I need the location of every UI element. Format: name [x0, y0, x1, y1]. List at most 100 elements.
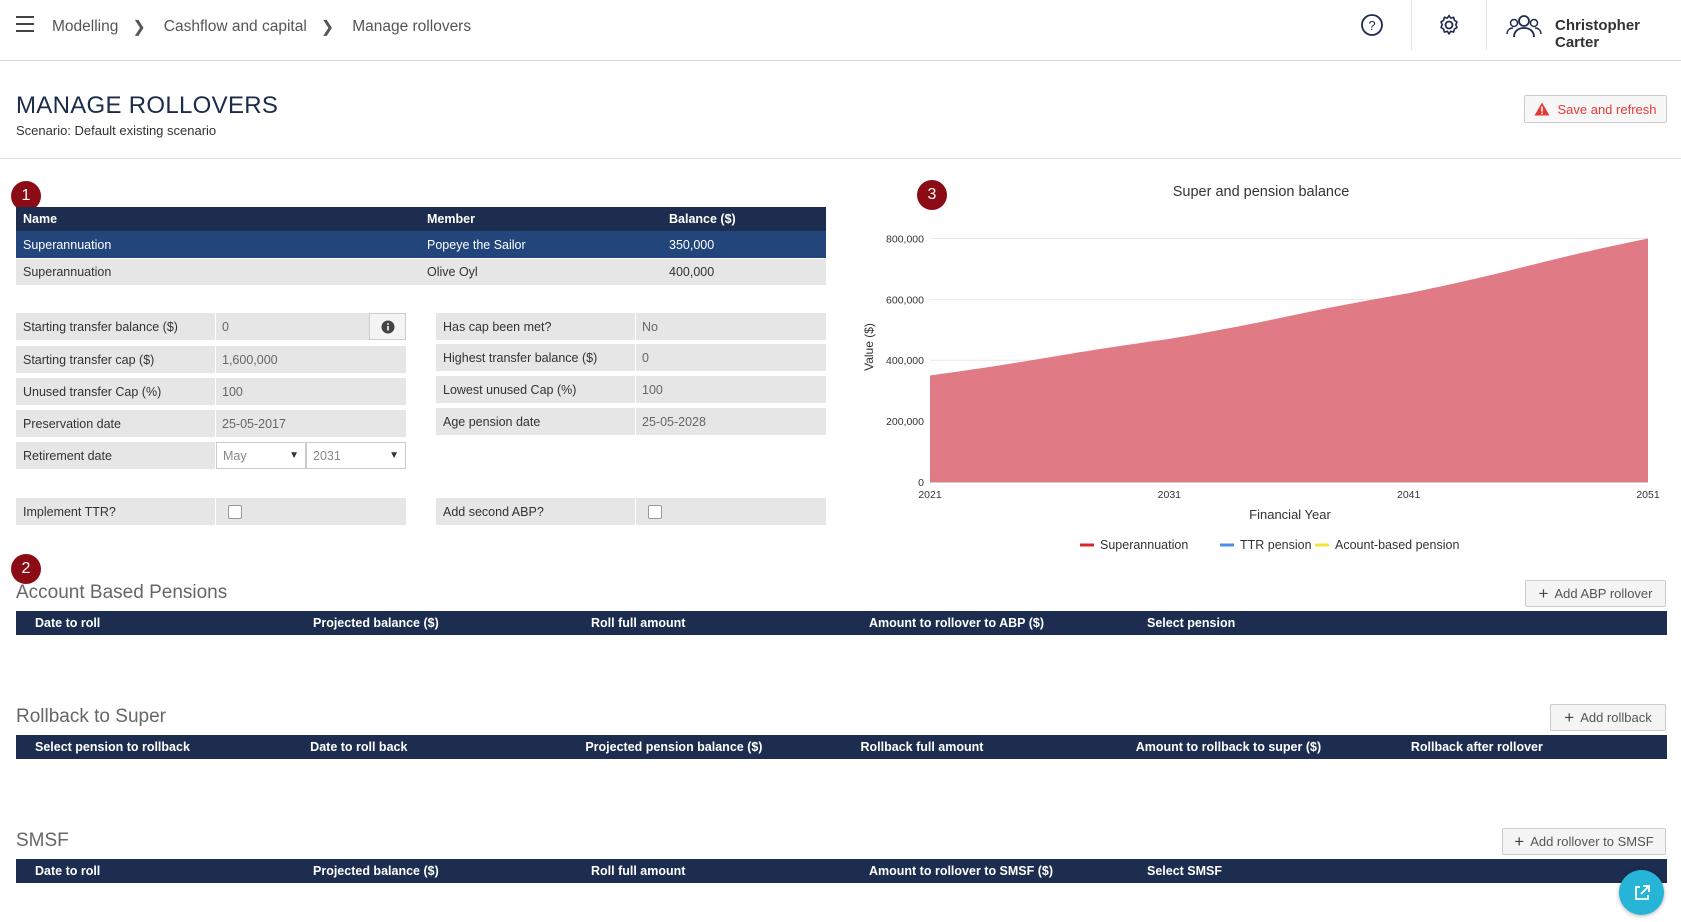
column-header: Amount to rollover to ABP ($): [869, 616, 1044, 630]
unused-transfer-cap-value: 100: [216, 378, 406, 405]
top-bar: Modelling ❯ Cashflow and capital ❯ Manag…: [0, 0, 1681, 61]
age-pension-date-value: 25-05-2028: [636, 408, 826, 435]
starting-transfer-cap-value: 1,600,000: [216, 346, 406, 373]
add-abp-rollover-button[interactable]: + Add ABP rollover: [1525, 580, 1666, 607]
column-header: Select pension: [1147, 616, 1236, 630]
rollback-section-title: Rollback to Super: [16, 706, 166, 727]
divider: [1411, 0, 1412, 50]
row-balance: 350,000: [669, 237, 715, 252]
age-pension-date-field: Age pension date 25-05-2028: [436, 408, 826, 435]
legend-item[interactable]: TTR pension: [1220, 538, 1312, 552]
info-icon: [381, 320, 394, 333]
legend-label: Acount-based pension: [1335, 538, 1459, 552]
starting-transfer-cap-field: Starting transfer cap ($) 1,600,000: [16, 346, 406, 373]
y-tick-label: 200,000: [886, 416, 924, 428]
column-header-name: Name: [23, 212, 58, 226]
page-header: MANAGE ROLLOVERS Scenario: Default exist…: [0, 61, 1681, 159]
highest-transfer-balance-value: 0: [636, 344, 826, 371]
table-header: Name Member Balance ($): [16, 207, 826, 231]
retirement-month-select[interactable]: May ▼: [216, 442, 306, 469]
retirement-year-select[interactable]: 2031 ▼: [306, 442, 406, 469]
field-label: Has cap been met?: [436, 313, 636, 340]
abp-table-header: Date to roll Projected balance ($) Roll …: [16, 611, 1667, 635]
accounts-table: Name Member Balance ($) Superannuation P…: [16, 207, 826, 285]
plus-icon: +: [1514, 831, 1525, 851]
add-rollover-to-smsf-label: Add rollover to SMSF: [1530, 834, 1654, 849]
column-header: Date to roll: [35, 616, 101, 630]
add-rollback-label: Add rollback: [1580, 710, 1652, 725]
breadcrumb-modelling[interactable]: Modelling: [52, 18, 118, 36]
add-second-abp-field: Add second ABP?: [436, 498, 826, 525]
y-tick-label: 600,000: [886, 294, 924, 306]
y-tick-labels: 0 200,000 400,000 600,000 800,000: [886, 233, 924, 489]
add-abp-rollover-label: Add ABP rollover: [1554, 586, 1653, 601]
column-header: Rollback full amount: [860, 740, 984, 754]
column-header: Roll full amount: [591, 864, 686, 878]
user-name[interactable]: Christopher Carter: [1555, 17, 1681, 51]
x-tick-label: 2041: [1397, 489, 1421, 501]
field-label: Add second ABP?: [436, 498, 636, 525]
divider: [1486, 0, 1487, 50]
table-row[interactable]: Superannuation Olive Oyl 400,000: [16, 258, 826, 285]
highest-transfer-balance-field: Highest transfer balance ($) 0: [436, 344, 826, 371]
legend-label: Superannuation: [1100, 538, 1188, 552]
smsf-section-title: SMSF: [16, 830, 69, 851]
y-tick-label: 400,000: [886, 355, 924, 367]
chevron-right-icon: ❯: [132, 19, 146, 36]
save-and-refresh-button[interactable]: Save and refresh: [1524, 95, 1667, 123]
breadcrumb: Modelling ❯ Cashflow and capital ❯ Manag…: [52, 17, 471, 37]
field-label: Preservation date: [16, 410, 216, 437]
row-member: Olive Oyl: [427, 265, 478, 279]
implement-ttr-field: Implement TTR?: [16, 498, 406, 525]
field-label: Age pension date: [436, 408, 636, 435]
column-header: Select pension to rollback: [35, 740, 190, 754]
help-icon[interactable]: ?: [1360, 13, 1386, 39]
x-tick-label: 2051: [1636, 489, 1660, 501]
legend-item[interactable]: Acount-based pension: [1315, 538, 1459, 552]
menu-icon[interactable]: [16, 16, 34, 32]
external-link-icon: [1634, 884, 1650, 900]
row-name: Superannuation: [23, 265, 112, 279]
superannuation-area: [930, 238, 1648, 482]
legend-item[interactable]: Superannuation: [1080, 538, 1188, 552]
save-and-refresh-label: Save and refresh: [1557, 101, 1657, 117]
x-tick-labels: 2021 2031 2041 2051: [918, 489, 1660, 501]
preservation-date-field: Preservation date 25-05-2017: [16, 410, 406, 437]
chevron-right-icon: ❯: [320, 19, 335, 36]
y-tick-label: 0: [918, 477, 924, 489]
plus-icon: +: [1538, 583, 1549, 603]
add-second-abp-checkbox[interactable]: [648, 504, 662, 519]
implement-ttr-checkbox[interactable]: [228, 504, 242, 519]
lowest-unused-cap-field: Lowest unused Cap (%) 100: [436, 376, 826, 403]
users-icon[interactable]: [1505, 13, 1543, 39]
breadcrumb-cashflow[interactable]: Cashflow and capital: [164, 18, 307, 36]
add-rollover-to-smsf-button[interactable]: + Add rollover to SMSF: [1502, 828, 1666, 855]
field-label: Starting transfer balance ($): [16, 313, 216, 340]
x-tick-label: 2031: [1158, 489, 1182, 501]
starting-transfer-balance-input[interactable]: 0: [216, 313, 369, 340]
selected-year: 2031: [313, 448, 341, 463]
row-member: Popeye the Sailor: [427, 237, 526, 252]
add-rollback-button[interactable]: + Add rollback: [1550, 704, 1666, 731]
breadcrumb-current: Manage rollovers: [352, 18, 472, 35]
step-badge-2: 2: [11, 554, 41, 584]
column-header: Rollback after rollover: [1410, 740, 1543, 754]
column-header: Amount to rollover to SMSF ($): [869, 864, 1054, 878]
field-label: Highest transfer balance ($): [436, 344, 636, 371]
table-row[interactable]: Superannuation Popeye the Sailor 350,000: [16, 231, 826, 258]
external-link-button[interactable]: [1619, 870, 1664, 915]
column-header-balance: Balance ($): [669, 212, 736, 226]
field-label: Starting transfer cap ($): [16, 346, 216, 373]
column-header: Date to roll: [35, 864, 101, 878]
legend-label: TTR pension: [1240, 538, 1312, 552]
column-header: Date to roll back: [310, 740, 408, 754]
caret-down-icon: ▼: [289, 450, 299, 461]
unused-transfer-cap-field: Unused transfer Cap (%) 100: [16, 378, 406, 405]
field-label: Unused transfer Cap (%): [16, 378, 216, 405]
column-header: Select SMSF: [1147, 864, 1223, 878]
has-cap-been-met-value: No: [636, 313, 826, 340]
smsf-table-header: Date to roll Projected balance ($) Roll …: [16, 859, 1667, 883]
gear-icon[interactable]: [1437, 13, 1463, 39]
scenario-label: Scenario: Default existing scenario: [16, 123, 217, 138]
info-button[interactable]: [369, 313, 406, 340]
